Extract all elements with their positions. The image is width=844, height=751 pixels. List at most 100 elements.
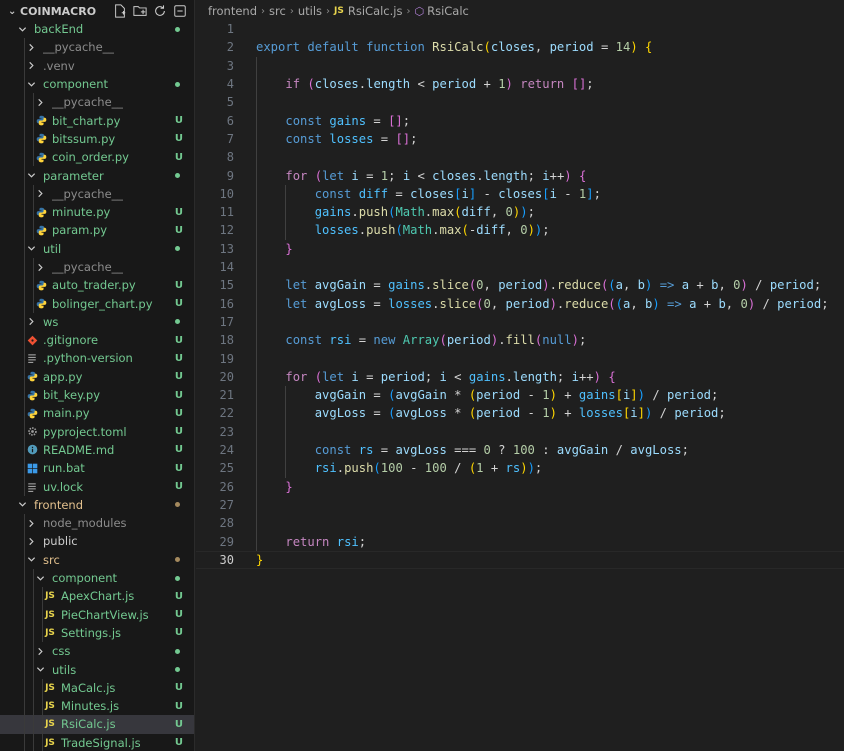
tree-file[interactable]: auto_trader.py U xyxy=(0,276,194,295)
tree-file[interactable]: README.md U xyxy=(0,440,194,460)
code-line[interactable]: 20 for (let i = period; i < gains.length… xyxy=(196,368,844,386)
chevron-right-icon[interactable] xyxy=(34,98,46,107)
tree-file[interactable]: bitssum.py U xyxy=(0,129,194,149)
code-line[interactable]: 1 xyxy=(196,20,844,38)
tree-folder[interactable]: css xyxy=(0,642,194,661)
code-line[interactable]: 17 xyxy=(196,313,844,331)
tree-folder[interactable]: parameter xyxy=(0,166,194,185)
tree-folder[interactable]: component xyxy=(0,568,194,588)
tree-folder[interactable]: util xyxy=(0,239,194,258)
chevron-right-icon[interactable] xyxy=(34,263,46,272)
tree-folder[interactable]: backEnd xyxy=(0,20,194,38)
tree-file[interactable]: bolinger_chart.py U xyxy=(0,294,194,313)
new-file-icon[interactable] xyxy=(112,3,128,19)
breadcrumb-part-utils[interactable]: utils xyxy=(298,4,322,18)
breadcrumb-symbol[interactable]: RsiCalc xyxy=(427,4,469,18)
tree-file[interactable]: app.py U xyxy=(0,367,194,386)
tree-file[interactable]: main.py U xyxy=(0,404,194,423)
chevron-down-icon[interactable]: ⌄ xyxy=(8,6,20,17)
tree-folder[interactable]: __pycache__ xyxy=(0,257,194,277)
code-line[interactable]: 9 for (let i = 1; i < closes.length; i++… xyxy=(196,166,844,184)
code-line[interactable]: 26 } xyxy=(196,478,844,496)
tree-file[interactable]: .python-version U xyxy=(0,349,194,368)
chevron-right-icon[interactable] xyxy=(25,43,37,52)
tree-file[interactable]: param.py U xyxy=(0,221,194,240)
explorer-header[interactable]: ⌄ COINMACRO xyxy=(0,0,194,22)
chevron-right-icon[interactable] xyxy=(25,519,37,528)
code-line[interactable]: 18 const rsi = new Array(period).fill(nu… xyxy=(196,331,844,349)
chevron-down-icon[interactable] xyxy=(25,555,37,564)
tree-folder[interactable]: node_modules xyxy=(0,514,194,533)
tree-file[interactable]: JS TradeSignal.js U xyxy=(0,733,194,751)
chevron-right-icon[interactable] xyxy=(34,189,46,198)
new-folder-icon[interactable] xyxy=(132,3,148,19)
code-editor[interactable]: 1 2 export default function RsiCalc(closes… xyxy=(196,20,844,751)
collapse-all-icon[interactable] xyxy=(172,3,188,19)
chevron-down-icon[interactable] xyxy=(16,25,28,34)
chevron-right-icon[interactable] xyxy=(25,317,37,326)
tree-file[interactable]: JS Settings.js U xyxy=(0,623,194,643)
code-line[interactable]: 21 avgGain = (avgGain * (period - 1) + g… xyxy=(196,386,844,404)
tree-file[interactable]: JS MaCalc.js U xyxy=(0,678,194,697)
code-line[interactable]: 6 const gains = []; xyxy=(196,112,844,130)
tree-file[interactable]: minute.py U xyxy=(0,202,194,222)
refresh-icon[interactable] xyxy=(152,3,168,19)
tree-folder[interactable]: .venv xyxy=(0,56,194,75)
tree-folder[interactable]: src xyxy=(0,550,194,569)
code-line[interactable]: 7 const losses = []; xyxy=(196,130,844,148)
tree-file[interactable]: JS PieChartView.js U xyxy=(0,605,194,624)
tree-item-label: uv.lock xyxy=(43,479,84,494)
code-line[interactable]: 4 if (closes.length < period + 1) return… xyxy=(196,75,844,93)
tree-folder[interactable]: utils xyxy=(0,660,194,679)
code-line[interactable]: 3 xyxy=(196,57,844,75)
chevron-right-icon[interactable] xyxy=(25,537,37,546)
chevron-right-icon[interactable] xyxy=(34,647,46,656)
code-line[interactable]: 16 let avgLoss = losses.slice(0, period)… xyxy=(196,295,844,313)
tree-file[interactable]: uv.lock U xyxy=(0,477,194,496)
tree-folder[interactable]: component xyxy=(0,74,194,94)
breadcrumb-part-frontend[interactable]: frontend xyxy=(208,4,257,18)
code-line[interactable]: 10 const diff = closes[i] - closes[i - 1… xyxy=(196,185,844,203)
code-line[interactable]: 13 } xyxy=(196,240,844,258)
tree-folder[interactable]: __pycache__ xyxy=(0,38,194,57)
code-line[interactable]: 29 return rsi; xyxy=(196,532,844,550)
tree-file[interactable]: .gitignore U xyxy=(0,331,194,350)
tree-file[interactable]: pyproject.toml U xyxy=(0,422,194,441)
chevron-right-icon[interactable] xyxy=(25,61,37,70)
chevron-down-icon[interactable] xyxy=(25,80,37,89)
code-line[interactable]: 19 xyxy=(196,349,844,367)
tree-folder[interactable]: frontend xyxy=(0,496,194,514)
breadcrumb-part-src[interactable]: src xyxy=(269,4,286,18)
tree-folder[interactable]: __pycache__ xyxy=(0,184,194,203)
chevron-down-icon[interactable] xyxy=(25,171,37,180)
code-line[interactable]: 23 xyxy=(196,423,844,441)
code-line[interactable]: 2 export default function RsiCalc(closes,… xyxy=(196,38,844,56)
code-line[interactable]: 8 xyxy=(196,148,844,166)
tree-file[interactable]: bit_key.py U xyxy=(0,385,194,405)
code-line[interactable]: 11 gains.push(Math.max(diff, 0)); xyxy=(196,203,844,221)
tree-file[interactable]: coin_order.py U xyxy=(0,148,194,167)
code-line[interactable]: 24 const rs = avgLoss === 0 ? 100 : avgG… xyxy=(196,441,844,459)
code-line[interactable]: 28 xyxy=(196,514,844,532)
code-line[interactable]: 12 losses.push(Math.max(-diff, 0)); xyxy=(196,221,844,239)
tree-file[interactable]: JS Minutes.js U xyxy=(0,696,194,716)
code-line[interactable]: 25 rsi.push(100 - 100 / (1 + rs)); xyxy=(196,459,844,477)
chevron-down-icon[interactable] xyxy=(25,244,37,253)
tree-folder[interactable]: __pycache__ xyxy=(0,93,194,112)
code-line[interactable]: 15 let avgGain = gains.slice(0, period).… xyxy=(196,276,844,294)
breadcrumb-file[interactable]: RsiCalc.js xyxy=(348,4,403,18)
tree-folder[interactable]: public xyxy=(0,532,194,551)
tree-file[interactable]: JS ApexChart.js U xyxy=(0,587,194,606)
code-line[interactable]: 27 xyxy=(196,496,844,514)
chevron-down-icon[interactable] xyxy=(34,665,46,674)
tree-file[interactable]: JS RsiCalc.js U xyxy=(0,715,194,734)
tree-file[interactable]: run.bat U xyxy=(0,459,194,478)
code-line[interactable]: 22 avgLoss = (avgLoss * (period - 1) + l… xyxy=(196,404,844,422)
code-line[interactable]: 30} xyxy=(196,550,844,569)
code-line[interactable]: 14 xyxy=(196,258,844,276)
code-line[interactable]: 5 xyxy=(196,93,844,111)
tree-file[interactable]: bit_chart.py U xyxy=(0,111,194,130)
chevron-down-icon[interactable] xyxy=(16,500,28,509)
tree-folder[interactable]: ws xyxy=(0,312,194,332)
chevron-down-icon[interactable] xyxy=(34,574,46,583)
